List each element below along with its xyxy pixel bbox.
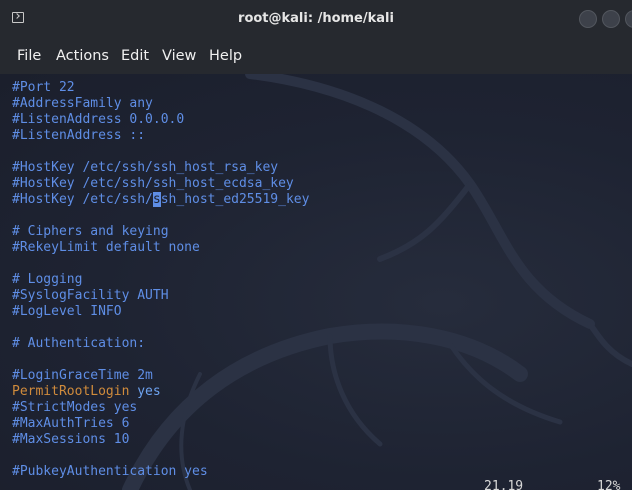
code-line: #MaxAuthTries 6 [12,416,130,431]
code-line: #HostKey /etc/ssh/ssh_host_rsa_key [12,160,279,175]
code-line: #RekeyLimit default none [12,240,200,255]
terminal-window: root@kali: /home/kali File Actions Edit … [0,0,632,490]
code-line: #ListenAddress :: [12,128,146,143]
maximize-button[interactable] [602,10,620,28]
code-line: #StrictModes yes [12,400,138,415]
code-line: #HostKey /etc/ssh/ssh_host_ecdsa_key [12,176,294,191]
config-value: yes [129,384,161,399]
cursor-position: 21,19 [484,479,524,490]
menu-edit[interactable]: Edit [121,38,149,74]
minimize-button[interactable] [579,10,597,28]
menu-view[interactable]: View [162,38,196,74]
code-segment: #HostKey /etc/ssh/ [12,192,153,207]
menu-help[interactable]: Help [209,38,242,74]
code-line: #LogLevel INFO [12,304,122,319]
config-key: PermitRootLogin [12,384,130,399]
code-line: # Ciphers and keying [12,224,169,239]
code-line: #MaxSessions 10 [12,432,130,447]
window-title: root@kali: /home/kali [238,11,394,26]
code-line-permit: PermitRootLogin yes [12,384,161,400]
code-line: #ListenAddress 0.0.0.0 [12,112,185,127]
code-line: #LoginGraceTime 2m [12,368,153,383]
code-line: #AddressFamily any [12,96,153,111]
title-bar[interactable]: root@kali: /home/kali [0,0,632,38]
menu-file[interactable]: File [17,38,41,74]
code-line: # Authentication: [12,336,146,351]
code-line: #SyslogFacility AUTH [12,288,169,303]
menu-actions[interactable]: Actions [56,38,109,74]
code-line: #PubkeyAuthentication yes [12,464,208,479]
text-cursor: s [152,192,161,207]
scroll-percent: 12% [597,479,621,490]
code-line-cursor: #HostKey /etc/ssh/ssh_host_ed25519_key [12,192,309,208]
code-segment: sh_host_ed25519_key [160,192,310,207]
terminal-area[interactable]: #Port 22 #AddressFamily any #ListenAddre… [0,74,632,490]
code-line: #Port 22 [12,80,75,95]
code-line: # Logging [12,272,83,287]
menu-bar: File Actions Edit View Help [0,38,632,74]
